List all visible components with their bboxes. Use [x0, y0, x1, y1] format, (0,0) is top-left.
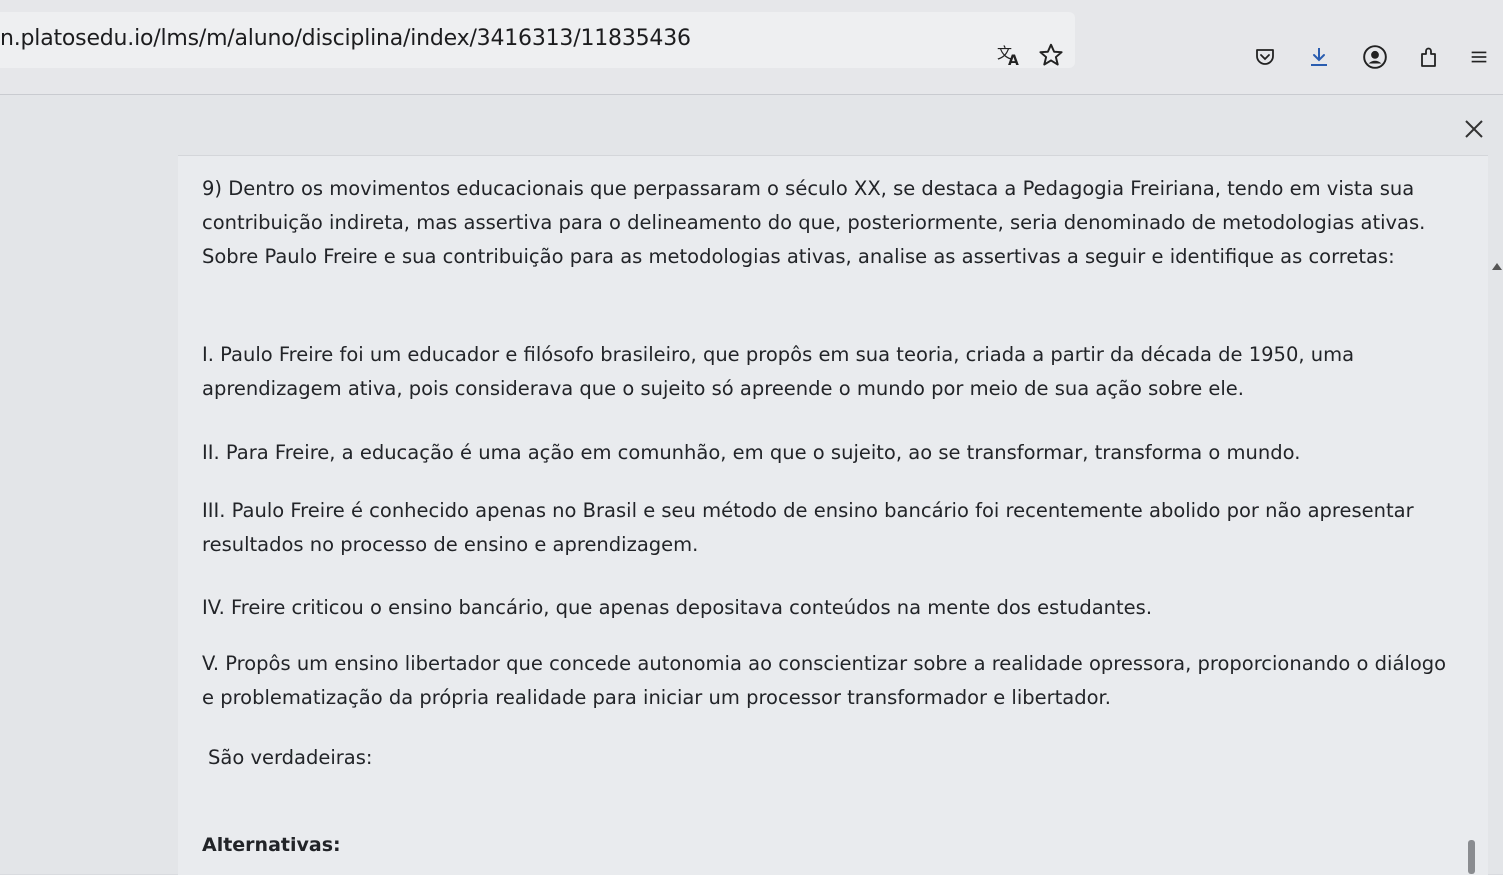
translate-icon[interactable]: 文 A: [994, 40, 1024, 70]
statement-3: III. Paulo Freire é conhecido apenas no …: [202, 499, 1414, 556]
alternatives-label: Alternativas:: [202, 834, 341, 856]
svg-text:A: A: [1008, 53, 1019, 67]
true-statements-label: São verdadeiras:: [208, 746, 373, 769]
extensions-icon[interactable]: [1412, 40, 1446, 74]
scroll-up-arrow-icon[interactable]: [1492, 263, 1502, 270]
page-content: 9) Dentro os movimentos educacionais que…: [0, 95, 1503, 875]
scrollbar-thumb[interactable]: [1468, 840, 1475, 874]
menu-icon[interactable]: [1462, 40, 1496, 74]
pocket-icon[interactable]: [1248, 40, 1282, 74]
statement-2: II. Para Freire, a educação é uma ação e…: [202, 441, 1301, 464]
statement-1: I. Paulo Freire foi um educador e filóso…: [202, 343, 1355, 400]
statement-4: IV. Freire criticou o ensino bancário, q…: [202, 596, 1153, 619]
download-icon[interactable]: [1302, 40, 1336, 74]
close-icon[interactable]: [1458, 113, 1490, 145]
browser-toolbar: n.platosedu.io/lms/m/aluno/disciplina/in…: [0, 0, 1503, 95]
question-card: 9) Dentro os movimentos educacionais que…: [178, 155, 1488, 875]
bookmark-star-icon[interactable]: [1036, 40, 1066, 70]
statement-5: V. Propôs um ensino libertador que conce…: [202, 652, 1447, 709]
account-icon[interactable]: [1358, 40, 1392, 74]
url-text[interactable]: n.platosedu.io/lms/m/aluno/disciplina/in…: [0, 26, 691, 51]
question-prompt: 9) Dentro os movimentos educacionais que…: [202, 177, 1426, 268]
address-bar[interactable]: n.platosedu.io/lms/m/aluno/disciplina/in…: [0, 12, 1075, 68]
